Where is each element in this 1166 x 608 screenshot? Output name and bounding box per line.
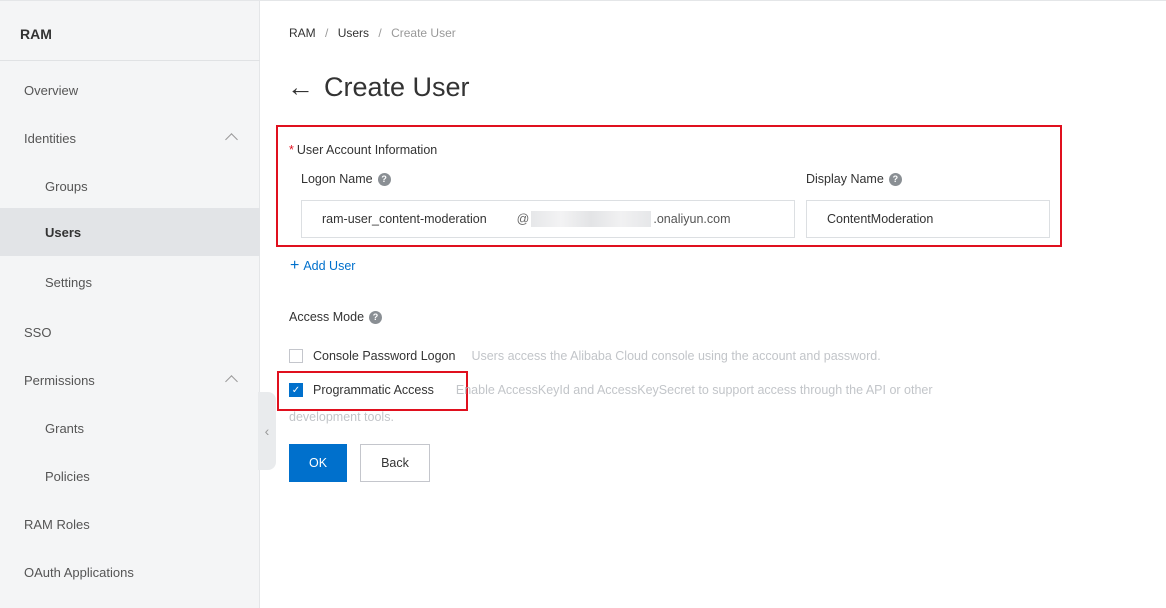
programmatic-access-description-line2: development tools. [289,410,394,424]
logon-name-value: ram-user_content-moderation [322,212,487,226]
chevron-up-icon [225,133,238,146]
page-title: ← Create User [287,72,470,103]
sidebar-item-label: Grants [45,420,85,436]
access-mode-label-text: Access Mode [289,310,365,324]
help-icon[interactable]: ? [888,172,902,186]
ok-button[interactable]: OK [289,444,347,482]
sidebar-item-settings[interactable]: Settings [0,258,260,306]
sidebar-title: RAM [20,26,52,42]
sidebar-item-permissions[interactable]: Permissions [0,356,260,404]
breadcrumb-separator: / [325,26,329,40]
sidebar-item-sso[interactable]: SSO [0,308,260,356]
breadcrumb-separator: / [378,26,382,40]
console-logon-checkbox[interactable] [289,349,303,363]
programmatic-access-label[interactable]: Programmatic Access [313,383,434,397]
display-name-value: ContentModeration [827,212,934,226]
chevron-left-icon: ‹ [264,423,270,439]
display-name-field[interactable]: ContentModeration [806,200,1050,238]
sidebar-item-groups[interactable]: Groups [0,162,260,210]
required-mark: * [289,143,294,157]
chevron-up-icon [225,375,238,388]
sidebar-item-label: Permissions [24,372,95,388]
add-user-button[interactable]: + Add User [290,258,355,274]
help-icon[interactable]: ? [377,172,391,186]
breadcrumb: RAM / Users / Create User [289,26,456,40]
programmatic-access-checkbox[interactable]: ✓ [289,383,303,397]
section-label-account-info: * User Account Information [289,143,437,157]
plus-icon: + [290,257,300,274]
sidebar-item-oauth-applications[interactable]: OAuth Applications [0,548,260,596]
sidebar-item-label: Groups [45,178,88,194]
sidebar-collapse-toggle[interactable]: ‹ [258,392,276,470]
sidebar-item-label: OAuth Applications [24,564,134,580]
sidebar-item-label: Users [45,224,82,240]
sidebar-item-users[interactable]: Users [0,208,260,256]
top-border [0,0,1166,1]
page-title-text: Create User [324,72,470,102]
logon-domain-suffix: .onaliyun.com [653,212,731,226]
back-button[interactable]: Back [360,444,430,482]
sidebar-item-label: Settings [45,274,92,290]
sidebar: RAM Overview Identities Groups Users Set… [0,0,260,608]
sidebar-item-label: Identities [24,130,77,146]
sidebar-divider [0,60,260,61]
sidebar-item-policies[interactable]: Policies [0,452,260,500]
access-mode-label: Access Mode ? [289,310,383,324]
sidebar-item-overview[interactable]: Overview [0,66,260,114]
breadcrumb-ram[interactable]: RAM [289,26,316,40]
sidebar-item-grants[interactable]: Grants [0,404,260,452]
sidebar-item-ram-roles[interactable]: RAM Roles [0,500,260,548]
sidebar-item-identities[interactable]: Identities [0,114,260,162]
add-user-label: Add User [303,259,356,273]
help-icon[interactable]: ? [369,310,383,324]
console-logon-description: Users access the Alibaba Cloud console u… [471,349,881,363]
logon-at-sign: @ [516,212,530,226]
sidebar-item-label: Overview [24,82,79,98]
breadcrumb-current: Create User [391,26,456,40]
display-name-label: Display Name ? [806,172,902,186]
console-logon-option[interactable]: Console Password Logon Users access the … [289,349,881,363]
redacted-domain [531,211,652,227]
console-logon-label[interactable]: Console Password Logon [313,349,455,363]
section-label-text: User Account Information [296,143,438,157]
sidebar-item-label: SSO [24,324,52,340]
sidebar-item-label: RAM Roles [24,516,90,532]
programmatic-access-description: Enable AccessKeyId and AccessKeySecret t… [455,383,933,397]
back-arrow-icon[interactable]: ← [287,72,314,103]
logon-name-label-text: Logon Name [301,172,373,186]
programmatic-access-option[interactable]: ✓ Programmatic Access Enable AccessKeyId… [289,383,933,397]
breadcrumb-users[interactable]: Users [338,26,369,40]
display-name-label-text: Display Name [806,172,884,186]
logon-name-field[interactable]: ram-user_content-moderation @ .onaliyun.… [301,200,795,238]
sidebar-item-label: Policies [45,468,90,484]
logon-name-label: Logon Name ? [301,172,391,186]
